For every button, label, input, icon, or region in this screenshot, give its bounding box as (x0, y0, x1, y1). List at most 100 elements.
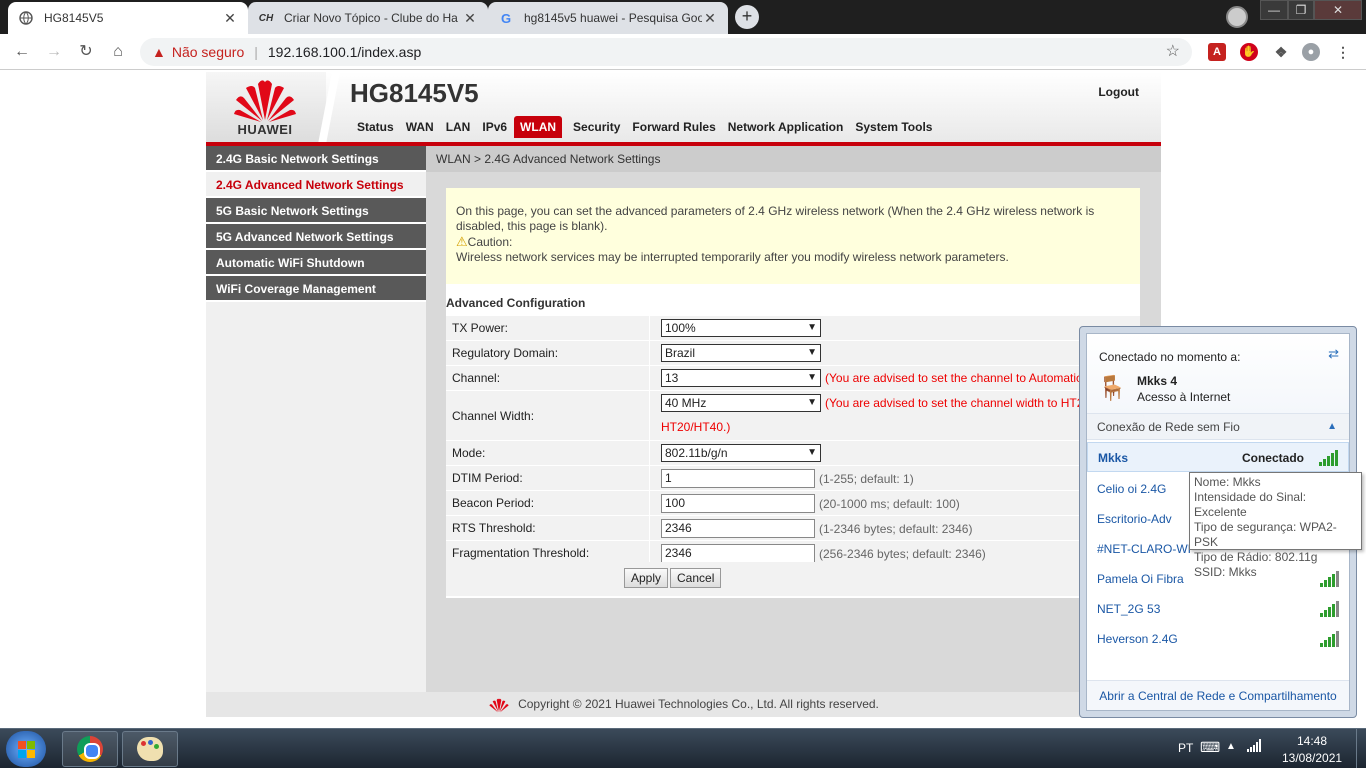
profile-avatar-icon[interactable]: ● (1302, 43, 1320, 61)
current-network-name: Mkks 4 (1137, 374, 1178, 388)
network-center-link[interactable]: Abrir a Central de Rede e Compartilhamen… (1087, 680, 1349, 710)
tooltip-security: Tipo de segurança: WPA2-PSK (1194, 520, 1337, 549)
back-icon[interactable]: ← (12, 42, 32, 62)
signal-bars-icon (1319, 601, 1339, 617)
tab-google-search[interactable]: G hg8145v5 huawei - Pesquisa Goo ✕ (488, 2, 728, 34)
huawei-flower-icon (234, 80, 296, 122)
chevron-up-icon[interactable]: ▲ (1327, 414, 1337, 440)
rts-input[interactable]: 2346 (661, 519, 815, 538)
beacon-input[interactable]: 100 (661, 494, 815, 513)
paint-icon (137, 737, 163, 761)
sidebar-item-wifi-shutdown[interactable]: Automatic WiFi Shutdown (206, 250, 426, 276)
nav-ipv6[interactable]: IPv6 (477, 116, 512, 138)
nav-security[interactable]: Security (568, 116, 625, 138)
chevron-down-icon: ▼ (807, 372, 817, 383)
regulatory-domain-select[interactable]: Brazil ▼ (661, 344, 821, 362)
adblock-extension-icon[interactable]: ✋ (1240, 43, 1258, 61)
close-tab-icon[interactable]: ✕ (702, 10, 718, 27)
security-label[interactable]: Não seguro (172, 44, 244, 60)
tab-title: Criar Novo Tópico - Clube do Ha (284, 11, 458, 25)
address-bar[interactable]: ▲ Não seguro | 192.168.100.1/index.asp ☆ (140, 38, 1192, 66)
forward-icon[interactable]: → (44, 42, 64, 62)
browser-tab-bar: HG8145V5 ✕ CH Criar Novo Tópico - Clube … (0, 0, 1366, 34)
menu-kebab-icon[interactable]: ⋮ (1334, 43, 1352, 61)
close-tab-icon[interactable]: ✕ (222, 10, 238, 27)
tab-hg8145v5[interactable]: HG8145V5 ✕ (8, 2, 248, 34)
router-page: HUAWEI HG8145V5 Logout Status WAN LAN IP… (206, 72, 1161, 717)
nav-status[interactable]: Status (352, 116, 399, 138)
sidebar-item-24g-advanced[interactable]: 2.4G Advanced Network Settings (206, 172, 426, 198)
tx-power-select[interactable]: 100% ▼ (661, 319, 821, 337)
sidebar-item-5g-basic[interactable]: 5G Basic Network Settings (206, 198, 426, 224)
sidebar-item-wifi-coverage[interactable]: WiFi Coverage Management (206, 276, 426, 302)
logout-link[interactable]: Logout (1098, 85, 1139, 99)
wireless-section-header[interactable]: Conexão de Rede sem Fio ▲ (1087, 414, 1349, 440)
channel-select[interactable]: 13 ▼ (661, 369, 821, 387)
taskbar-chrome[interactable] (62, 731, 118, 767)
clock-time[interactable]: 14:48 (1297, 734, 1327, 748)
sidebar-item-24g-basic[interactable]: 2.4G Basic Network Settings (206, 146, 426, 172)
network-item[interactable]: NET_2G 53 (1087, 594, 1349, 624)
show-desktop-button[interactable] (1356, 729, 1366, 768)
pdf-extension-icon[interactable]: A (1208, 43, 1226, 61)
nav-wlan[interactable]: WLAN (514, 116, 563, 138)
chevron-down-icon: ▼ (807, 322, 817, 333)
channel-width-hint: (You are advised to set the channel widt… (825, 396, 1084, 410)
taskbar-paint[interactable] (122, 731, 178, 767)
tab-search-icon[interactable] (1226, 6, 1248, 28)
globe-icon (18, 10, 34, 26)
start-button[interactable] (6, 731, 46, 767)
nav-network-application[interactable]: Network Application (723, 116, 849, 138)
wireless-section-label: Conexão de Rede sem Fio (1097, 420, 1240, 434)
refresh-icon[interactable]: ⇄ (1328, 346, 1339, 362)
frag-input[interactable]: 2346 (661, 544, 815, 563)
header-slash-decoration (318, 72, 340, 144)
wifi-tray-icon[interactable] (1246, 737, 1262, 756)
chevron-down-icon: ▼ (807, 397, 817, 408)
keyboard-icon[interactable]: ⌨ (1200, 739, 1220, 756)
nav-system-tools[interactable]: System Tools (850, 116, 937, 138)
nav-wan[interactable]: WAN (401, 116, 439, 138)
puzzle-extensions-icon[interactable]: ❖ (1272, 43, 1290, 61)
dtim-label: DTIM Period: (452, 466, 650, 490)
bookmark-star-icon[interactable]: ☆ (1166, 41, 1180, 61)
caution-label: Caution: (467, 235, 513, 249)
nav-lan[interactable]: LAN (441, 116, 476, 138)
taskbar: PT ⌨ ▲ 14:48 13/08/2021 (0, 728, 1366, 768)
current-network-status: Acesso à Internet (1137, 390, 1231, 404)
home-icon[interactable]: ⌂ (108, 42, 128, 62)
apply-button[interactable]: Apply (624, 568, 669, 588)
channel-width-select[interactable]: 40 MHz ▼ (661, 394, 821, 412)
browser-toolbar: ← → ↻ ⌂ ▲ Não seguro | 192.168.100.1/ind… (0, 34, 1366, 70)
sidebar-item-5g-advanced[interactable]: 5G Advanced Network Settings (206, 224, 426, 250)
tx-power-label: TX Power: (452, 316, 650, 340)
tab-clube-do-hardware[interactable]: CH Criar Novo Tópico - Clube do Ha ✕ (248, 2, 488, 34)
nav-forward-rules[interactable]: Forward Rules (627, 116, 720, 138)
new-tab-button[interactable]: + (735, 5, 759, 29)
language-indicator[interactable]: PT (1178, 741, 1193, 755)
minimize-icon[interactable]: — (1260, 0, 1288, 20)
maximize-icon[interactable]: ❐ (1288, 0, 1314, 20)
clube-hardware-favicon: CH (258, 12, 274, 24)
network-item[interactable]: Heverson 2.4G (1087, 624, 1349, 654)
dtim-input[interactable]: 1 (661, 469, 815, 488)
network-name: Escritorio-Adv (1097, 512, 1172, 526)
table-row: Channel: 13 ▼ (You are advised to set the … (446, 366, 1140, 391)
channel-label: Channel: (452, 366, 650, 390)
connected-header: Conectado no momento a: (1099, 350, 1241, 364)
network-item-mkks[interactable]: Mkks Conectado (1087, 442, 1349, 472)
dtim-hint: (1-255; default: 1) (819, 471, 914, 486)
url-text[interactable]: 192.168.100.1/index.asp (268, 44, 421, 60)
cancel-button[interactable]: Cancel (670, 568, 722, 588)
mode-select[interactable]: 802.11b/g/n ▼ (661, 444, 821, 462)
chevron-down-icon: ▼ (807, 347, 817, 358)
network-state: Conectado (1241, 451, 1304, 465)
close-window-icon[interactable]: ✕ (1314, 0, 1362, 20)
clock-date[interactable]: 13/08/2021 (1282, 751, 1342, 765)
notice-text: On this page, you can set the advanced p… (456, 204, 1095, 233)
network-name: Mkks (1098, 451, 1129, 465)
reload-icon[interactable]: ↻ (76, 42, 96, 62)
close-tab-icon[interactable]: ✕ (462, 10, 478, 27)
divider: | (254, 44, 258, 60)
show-hidden-icons-icon[interactable]: ▲ (1226, 741, 1236, 752)
